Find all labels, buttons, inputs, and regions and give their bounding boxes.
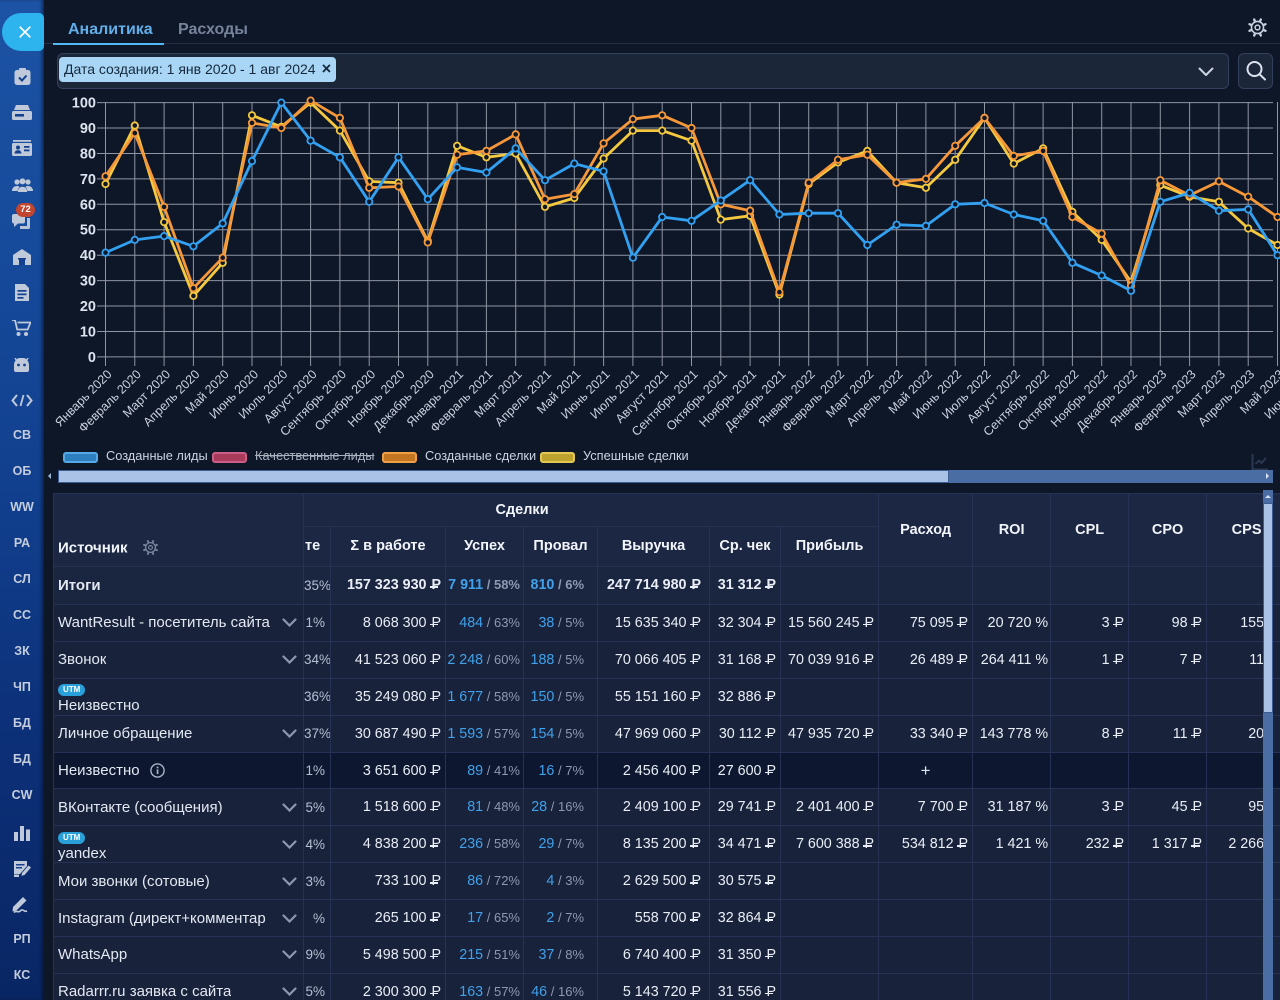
svg-text:100: 100 (72, 96, 96, 112)
svg-text:20: 20 (80, 299, 96, 315)
svg-text:10: 10 (80, 325, 96, 341)
svg-text:30: 30 (80, 274, 96, 290)
svg-text:90: 90 (80, 121, 96, 137)
svg-text:40: 40 (80, 248, 96, 264)
svg-text:60: 60 (80, 197, 96, 213)
svg-text:70: 70 (80, 172, 96, 188)
svg-text:80: 80 (80, 147, 96, 163)
svg-text:0: 0 (88, 350, 96, 366)
svg-text:50: 50 (80, 223, 96, 239)
